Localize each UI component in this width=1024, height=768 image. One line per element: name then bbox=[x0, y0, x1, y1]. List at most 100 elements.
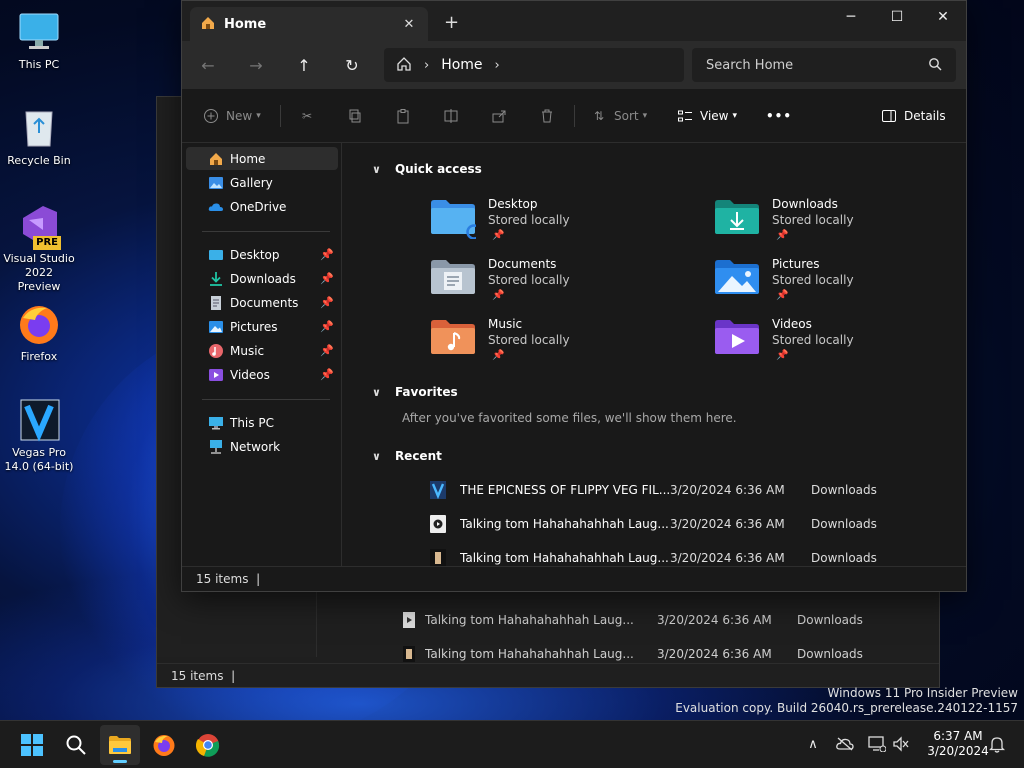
vegas-project-file-icon bbox=[430, 481, 446, 499]
folder-icon bbox=[109, 736, 131, 754]
network-monitor-icon[interactable] bbox=[866, 733, 888, 755]
search-icon[interactable] bbox=[928, 57, 942, 74]
notification-bell-icon[interactable] bbox=[986, 733, 1008, 755]
pin-icon[interactable]: 📌 bbox=[320, 344, 334, 357]
desktop-icon-firefox[interactable]: Firefox bbox=[2, 302, 76, 364]
forward-arrow-icon[interactable]: → bbox=[244, 53, 268, 77]
close-window-button[interactable]: ✕ bbox=[920, 1, 966, 33]
pin-icon[interactable]: 📌 bbox=[320, 296, 334, 309]
nav-item-desktop[interactable]: Desktop 📌 bbox=[186, 243, 338, 266]
back-arrow-icon[interactable]: ← bbox=[196, 53, 220, 77]
nav-item-videos[interactable]: Videos 📌 bbox=[186, 363, 338, 386]
desktop-icon-visual-studio[interactable]: PRE Visual Studio 2022 Preview bbox=[2, 204, 76, 294]
share-button[interactable] bbox=[490, 104, 514, 128]
quick-access-item-downloads[interactable]: Downloads Stored locally 📌 bbox=[714, 197, 966, 253]
nav-divider bbox=[202, 231, 330, 232]
title-bar[interactable]: Home ✕ + ─ ☐ ✕ bbox=[182, 1, 966, 41]
nav-item-gallery[interactable]: Gallery bbox=[186, 171, 338, 194]
chevron-right-icon[interactable]: › bbox=[495, 58, 500, 73]
search-input[interactable] bbox=[706, 57, 928, 73]
pin-icon: 📌 bbox=[776, 230, 789, 241]
file-explorer-window[interactable]: Home ✕ + ─ ☐ ✕ ← → ↑ ↻ › Home › Search H… bbox=[181, 0, 967, 592]
navigation-bar: ← → ↑ ↻ › Home › bbox=[182, 41, 966, 89]
recent-file-row[interactable]: Talking tom Hahahahahhah Laug... 3/20/20… bbox=[430, 511, 950, 537]
clock-date: 3/20/2024 bbox=[927, 744, 989, 758]
firefox-taskbar-button[interactable] bbox=[144, 725, 184, 765]
file-explorer-taskbar-button[interactable] bbox=[100, 725, 140, 765]
address-bar[interactable]: › Home › bbox=[384, 48, 684, 82]
quick-access-item-documents[interactable]: Documents Stored locally 📌 bbox=[430, 257, 700, 313]
music-note-icon bbox=[208, 343, 224, 359]
chevron-down-icon: ▾ bbox=[642, 111, 648, 121]
close-tab-icon[interactable]: ✕ bbox=[400, 17, 418, 32]
quick-access-item-desktop[interactable]: Desktop Stored locally 📌 bbox=[430, 197, 700, 253]
desktop-icon-vegas-pro[interactable]: Vegas Pro 14.0 (64-bit) bbox=[2, 398, 76, 474]
nav-item-documents[interactable]: Documents 📌 bbox=[186, 291, 338, 314]
nav-item-pictures[interactable]: Pictures 📌 bbox=[186, 315, 338, 338]
desktop-icon-label: Firefox bbox=[20, 350, 58, 363]
rename-button[interactable] bbox=[442, 104, 466, 128]
details-button[interactable]: Details bbox=[880, 104, 946, 128]
pin-icon[interactable]: 📌 bbox=[320, 248, 334, 261]
content-pane: ∨ Quick access Desktop Stored locally 📌 … bbox=[342, 143, 966, 566]
chevron-down-icon: ∨ bbox=[372, 385, 381, 399]
section-header-quick-access[interactable]: ∨ Quick access bbox=[372, 162, 482, 176]
system-clock[interactable]: 6:37 AM 3/20/2024 bbox=[920, 729, 996, 759]
refresh-icon[interactable]: ↻ bbox=[340, 53, 364, 77]
media-file-icon bbox=[430, 549, 446, 566]
delete-button[interactable] bbox=[538, 104, 562, 128]
copy-button[interactable] bbox=[346, 104, 370, 128]
sort-button[interactable]: ⇅ Sort ▾ bbox=[590, 104, 647, 128]
gallery-icon bbox=[208, 175, 224, 191]
home-icon bbox=[200, 15, 216, 34]
desktop-icon-this-pc[interactable]: This PC bbox=[2, 10, 76, 72]
recent-file-row[interactable]: Talking tom Hahahahahhah Laug... 3/20/20… bbox=[430, 545, 950, 566]
firefox-icon bbox=[153, 735, 175, 756]
section-header-recent[interactable]: ∨ Recent bbox=[372, 449, 442, 463]
nav-item-downloads[interactable]: Downloads 📌 bbox=[186, 267, 338, 290]
pin-icon[interactable]: 📌 bbox=[320, 272, 334, 285]
search-taskbar-button[interactable] bbox=[56, 725, 96, 765]
new-button[interactable]: New ▾ bbox=[202, 104, 261, 128]
toolbar-divider bbox=[280, 105, 281, 127]
computer-icon bbox=[208, 415, 224, 431]
nav-item-home[interactable]: Home bbox=[186, 147, 338, 170]
quick-access-item-music[interactable]: Music Stored locally 📌 bbox=[430, 317, 700, 373]
pin-icon[interactable]: 📌 bbox=[320, 368, 334, 381]
tab-home[interactable]: Home ✕ bbox=[190, 7, 428, 41]
paste-button[interactable] bbox=[394, 104, 418, 128]
desktop-icon-recycle-bin[interactable]: Recycle Bin bbox=[2, 106, 76, 168]
chevron-right-icon[interactable]: › bbox=[424, 58, 429, 73]
section-header-favorites[interactable]: ∨ Favorites bbox=[372, 385, 458, 399]
new-tab-button[interactable]: + bbox=[444, 14, 459, 32]
minimize-button[interactable]: ─ bbox=[828, 1, 874, 33]
pin-icon: 📌 bbox=[492, 290, 505, 301]
pin-icon[interactable]: 📌 bbox=[320, 320, 334, 333]
cloud-offline-icon[interactable] bbox=[834, 733, 856, 755]
network-icon bbox=[208, 439, 224, 455]
chevron-down-icon: ∨ bbox=[372, 449, 381, 463]
speaker-muted-icon[interactable] bbox=[890, 733, 912, 755]
cut-button[interactable]: ✂ bbox=[298, 104, 322, 128]
command-bar: New ▾ ✂ ⇅ Sort ▾ View ▾ ••• Details bbox=[182, 89, 966, 143]
view-button[interactable]: View ▾ bbox=[676, 104, 737, 128]
quick-access-item-videos[interactable]: Videos Stored locally 📌 bbox=[714, 317, 966, 373]
plus-circle-icon bbox=[202, 107, 220, 125]
nav-item-this-pc[interactable]: This PC bbox=[186, 411, 338, 434]
chevron-up-icon[interactable]: ∧ bbox=[802, 733, 824, 755]
start-button[interactable] bbox=[12, 725, 52, 765]
quick-access-item-pictures[interactable]: Pictures Stored locally 📌 bbox=[714, 257, 966, 313]
desktop-icon-label: This PC bbox=[18, 58, 60, 71]
search-box[interactable] bbox=[692, 48, 956, 82]
more-options-button[interactable]: ••• bbox=[766, 104, 792, 128]
recent-file-row[interactable]: THE EPICNESS OF FLIPPY VEG FIL... 3/20/2… bbox=[430, 477, 950, 503]
up-arrow-icon[interactable]: ↑ bbox=[292, 53, 316, 77]
nav-item-onedrive[interactable]: OneDrive bbox=[186, 195, 338, 218]
background-table-row[interactable]: Talking tom Hahahahahhah Laug... 3/20/20… bbox=[403, 603, 923, 637]
nav-item-music[interactable]: Music 📌 bbox=[186, 339, 338, 362]
details-pane-icon bbox=[880, 107, 898, 125]
chrome-taskbar-button[interactable] bbox=[188, 725, 228, 765]
nav-item-network[interactable]: Network bbox=[186, 435, 338, 458]
maximize-button[interactable]: ☐ bbox=[874, 1, 920, 33]
breadcrumb-home[interactable]: Home bbox=[441, 57, 482, 73]
